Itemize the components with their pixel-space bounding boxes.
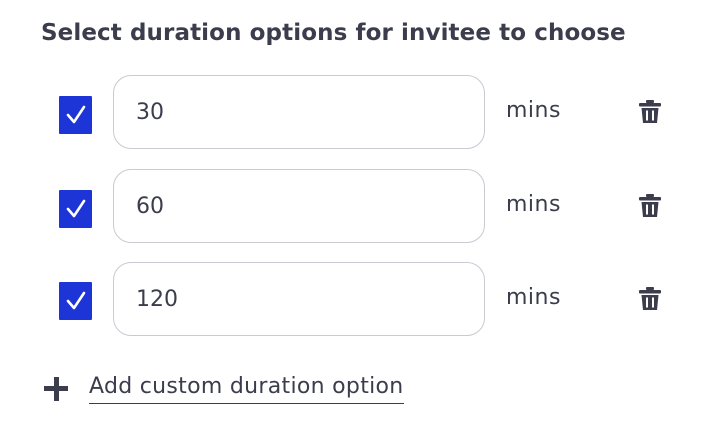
- duration-unit: mins: [506, 285, 561, 310]
- duration-input[interactable]: [136, 170, 456, 242]
- check-icon: [66, 105, 86, 124]
- duration-option-row: mins: [0, 262, 726, 338]
- duration-option-row: mins: [0, 75, 726, 151]
- duration-option-row: mins: [0, 169, 726, 245]
- duration-checkbox[interactable]: [59, 282, 92, 320]
- duration-checkbox[interactable]: [59, 96, 92, 134]
- trash-icon[interactable]: [639, 287, 661, 311]
- duration-field: [113, 169, 485, 243]
- duration-field: [113, 75, 485, 149]
- duration-field: [113, 262, 485, 336]
- plus-icon: [44, 377, 68, 401]
- duration-input[interactable]: [136, 76, 456, 148]
- duration-unit: mins: [506, 98, 561, 123]
- add-custom-duration-button[interactable]: Add custom duration option: [44, 368, 404, 410]
- section-heading: Select duration options for invitee to c…: [41, 20, 626, 46]
- trash-icon[interactable]: [639, 100, 661, 124]
- check-icon: [66, 199, 86, 218]
- duration-input[interactable]: [136, 263, 456, 335]
- duration-unit: mins: [506, 192, 561, 217]
- check-icon: [66, 291, 86, 310]
- trash-icon[interactable]: [639, 194, 661, 218]
- duration-checkbox[interactable]: [59, 190, 92, 228]
- add-custom-duration-label[interactable]: Add custom duration option: [89, 374, 404, 404]
